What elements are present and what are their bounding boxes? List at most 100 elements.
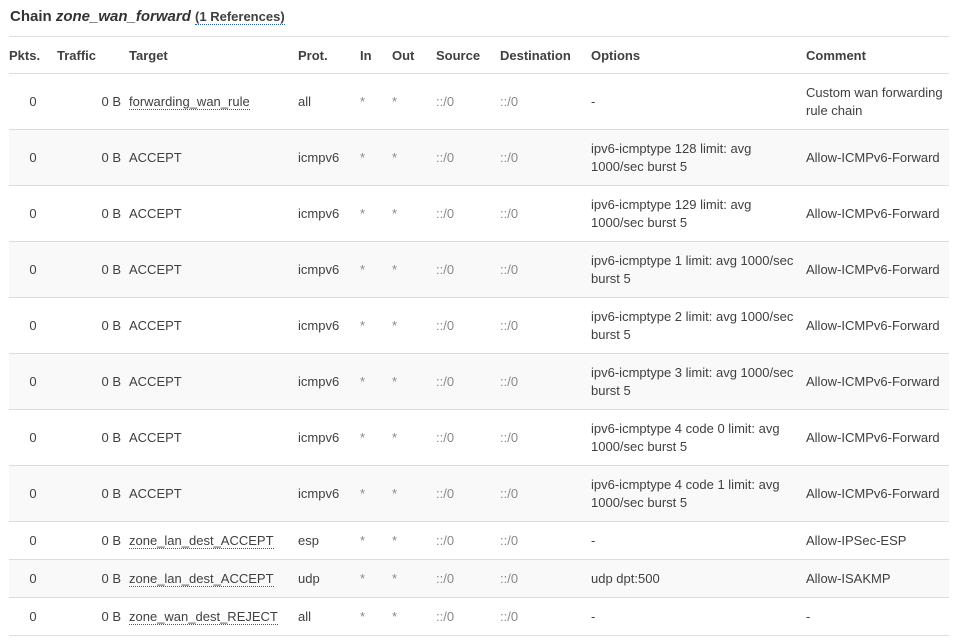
cell-in: * — [352, 185, 384, 242]
target-chain-link[interactable]: zone_wan_dest_REJECT — [129, 608, 278, 625]
cell-out: * — [384, 597, 428, 636]
target-chain-link[interactable]: forwarding_wan_rule — [129, 93, 250, 110]
cell-target: ACCEPT — [121, 465, 290, 522]
cell-traffic-text: 0 B — [101, 608, 121, 624]
cell-in: * — [352, 73, 384, 130]
col-header-prot: Prot. — [290, 36, 352, 74]
col-header-source: Source — [428, 36, 492, 74]
cell-options-text: ipv6-icmptype 4 code 0 limit: avg 1000/s… — [591, 420, 780, 454]
cell-comment: Allow-ICMPv6-Forward — [798, 129, 949, 186]
cell-destination-text: ::/0 — [500, 261, 519, 277]
cell-destination-text: ::/0 — [500, 317, 519, 333]
cell-destination: ::/0 — [492, 129, 583, 186]
cell-target-text: ACCEPT — [129, 373, 182, 389]
cell-in: * — [352, 597, 384, 636]
cell-source-text: ::/0 — [436, 608, 455, 624]
cell-out-text: * — [392, 608, 398, 624]
cell-source-text: ::/0 — [436, 261, 455, 277]
col-header-options: Options — [583, 36, 798, 74]
cell-traffic-text: 0 B — [101, 261, 121, 277]
cell-prot: icmpv6 — [290, 185, 352, 242]
cell-options: ipv6-icmptype 2 limit: avg 1000/sec burs… — [583, 297, 798, 354]
cell-prot-text: icmpv6 — [298, 261, 340, 277]
firewall-chain-page: Chain zone_wan_forward (1 References) Pk… — [0, 0, 974, 642]
cell-comment: Allow-ICMPv6-Forward — [798, 185, 949, 242]
cell-traffic-text: 0 B — [101, 429, 121, 445]
cell-comment: Allow-IPSec-ESP — [798, 521, 949, 560]
cell-prot: icmpv6 — [290, 241, 352, 298]
cell-destination: ::/0 — [492, 521, 583, 560]
cell-in: * — [352, 129, 384, 186]
cell-target: ACCEPT — [121, 129, 290, 186]
cell-destination: ::/0 — [492, 465, 583, 522]
cell-in: * — [352, 241, 384, 298]
col-header-destination: Destination — [492, 36, 583, 74]
cell-destination-text: ::/0 — [500, 205, 519, 221]
cell-source-text: ::/0 — [436, 570, 455, 586]
cell-traffic: 0 B — [57, 185, 121, 242]
target-chain-link[interactable]: zone_lan_dest_ACCEPT — [129, 532, 274, 549]
cell-traffic: 0 B — [57, 241, 121, 298]
cell-out: * — [384, 185, 428, 242]
cell-out-text: * — [392, 205, 398, 221]
table-row: 0 0 B zone_lan_dest_ACCEPT esp * *::/0::/0 - Al… — [9, 521, 949, 560]
cell-source-text: ::/0 — [436, 93, 455, 109]
col-header-pkts: Pkts. — [9, 36, 57, 74]
cell-options: - — [583, 521, 798, 560]
cell-out: * — [384, 465, 428, 522]
cell-comment: Allow-ICMPv6-Forward — [798, 409, 949, 466]
cell-prot-text: esp — [298, 532, 319, 548]
cell-comment-text: Allow-ISAKMP — [806, 570, 891, 586]
table-row: 0 0 B ACCEPT icmpv6 * *::/0::/0 ipv6-icmptype … — [9, 185, 949, 242]
cell-pkts: 0 — [9, 129, 57, 186]
cell-source: ::/0 — [428, 129, 492, 186]
cell-out-text: * — [392, 485, 398, 501]
cell-pkts-text: 0 — [29, 570, 37, 586]
cell-in-text: * — [360, 149, 366, 165]
cell-destination-text: ::/0 — [500, 485, 519, 501]
chain-references-link[interactable]: (1 References) — [195, 9, 285, 25]
col-header-comment: Comment — [798, 36, 949, 74]
cell-pkts: 0 — [9, 353, 57, 410]
cell-source-text: ::/0 — [436, 532, 455, 548]
cell-destination: ::/0 — [492, 185, 583, 242]
col-header-in: In — [352, 36, 384, 74]
cell-destination-text: ::/0 — [500, 373, 519, 389]
cell-comment-text: Allow-ICMPv6-Forward — [806, 149, 940, 165]
cell-options: ipv6-icmptype 129 limit: avg 1000/sec bu… — [583, 185, 798, 242]
cell-prot: icmpv6 — [290, 353, 352, 410]
cell-target: ACCEPT — [121, 297, 290, 354]
cell-options-text: udp dpt:500 — [591, 570, 660, 586]
cell-destination: ::/0 — [492, 353, 583, 410]
cell-options: ipv6-icmptype 128 limit: avg 1000/sec bu… — [583, 129, 798, 186]
cell-source: ::/0 — [428, 297, 492, 354]
cell-destination: ::/0 — [492, 73, 583, 130]
cell-in: * — [352, 353, 384, 410]
cell-target: ACCEPT — [121, 353, 290, 410]
chain-prefix: Chain — [10, 8, 52, 25]
chain-heading: Chain zone_wan_forward (1 References) — [10, 8, 285, 25]
cell-in-text: * — [360, 93, 366, 109]
col-header-out: Out — [384, 36, 428, 74]
cell-destination-text: ::/0 — [500, 570, 519, 586]
cell-destination-text: ::/0 — [500, 149, 519, 165]
cell-in-text: * — [360, 317, 366, 333]
cell-in: * — [352, 409, 384, 466]
cell-source: ::/0 — [428, 409, 492, 466]
cell-options-text: ipv6-icmptype 4 code 1 limit: avg 1000/s… — [591, 476, 780, 510]
table-row: 0 0 B ACCEPT icmpv6 * *::/0::/0 ipv6-icmptype … — [9, 297, 949, 354]
target-chain-link[interactable]: zone_lan_dest_ACCEPT — [129, 570, 274, 587]
cell-options-text: ipv6-icmptype 128 limit: avg 1000/sec bu… — [591, 140, 752, 174]
cell-destination-text: ::/0 — [500, 608, 519, 624]
cell-options-text: - — [591, 608, 596, 624]
cell-destination: ::/0 — [492, 559, 583, 598]
cell-out-text: * — [392, 149, 398, 165]
cell-pkts: 0 — [9, 559, 57, 598]
cell-in-text: * — [360, 373, 366, 389]
cell-prot: all — [290, 73, 352, 130]
cell-comment: Allow-ISAKMP — [798, 559, 949, 598]
cell-prot-text: udp — [298, 570, 320, 586]
cell-options: ipv6-icmptype 3 limit: avg 1000/sec burs… — [583, 353, 798, 410]
cell-out-text: * — [392, 532, 398, 548]
chain-rules-table: Pkts. Traffic Target Prot. In Out Source… — [9, 36, 949, 636]
